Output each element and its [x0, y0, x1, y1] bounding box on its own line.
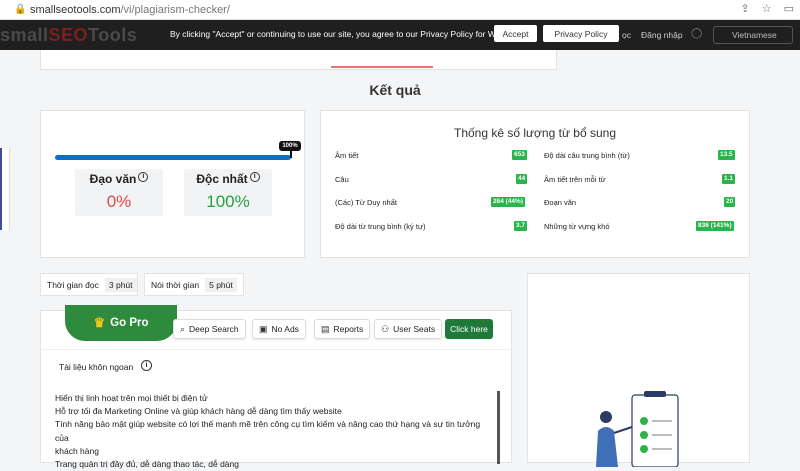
- unique-value: 100%: [206, 192, 250, 211]
- active-tab-indicator: [331, 66, 433, 68]
- info-icon[interactable]: i: [138, 172, 149, 182]
- progress-bar: [55, 155, 291, 160]
- results-heading: Kết quả: [369, 82, 421, 98]
- lock-icon: 🔒: [14, 4, 27, 15]
- window-icon[interactable]: ▭: [784, 2, 794, 15]
- reports-button[interactable]: ▤ Reports: [314, 319, 371, 339]
- reading-time-label: Thời gian đọc: [47, 279, 99, 290]
- document-line: Tính năng bảo mật giúp website có lợi th…: [55, 419, 481, 443]
- browser-url-bar[interactable]: 🔒 smallseotools.com/vi/plagiarism-checke…: [0, 0, 800, 20]
- stat-value: 3.7: [514, 221, 528, 231]
- star-icon[interactable]: ☆: [762, 2, 772, 15]
- scrollbar[interactable]: [497, 391, 500, 464]
- privacy-policy-button[interactable]: Privacy Policy: [543, 25, 619, 42]
- unique-label: Độc nhất: [196, 172, 248, 186]
- plagiarism-value: 0%: [106, 192, 132, 211]
- stat-label: Câu: [335, 175, 349, 184]
- stat-value: 264 (44%): [491, 197, 525, 207]
- deep-search-button[interactable]: ⌕ Deep Search: [173, 319, 246, 339]
- document-card: ♛ Go Pro ⌕ Deep Search ▣ No Ads ▤ Report…: [40, 305, 512, 469]
- stat-label: Độ dài từ trung bình (ký tự): [335, 222, 426, 231]
- users-icon: ⚇: [381, 323, 390, 334]
- stat-label: Đoạn văn: [544, 198, 577, 207]
- progress-percent: 100%: [279, 141, 301, 151]
- document-line: Hiển thị linh hoạt trên mọi thiết bị điệ…: [55, 393, 208, 403]
- document-line: Trang quản trị đầy đủ, dễ dàng thao tác,…: [55, 459, 239, 470]
- go-pro-button[interactable]: ♛ Go Pro: [65, 305, 177, 341]
- stats-title: Thống kê số lượng từ bổ sung: [453, 126, 617, 140]
- speaking-time: Nói thời gian 5 phút: [144, 273, 244, 296]
- document-line: Hỗ trợ tối đa Marketing Online và giúp k…: [55, 406, 342, 417]
- accept-button[interactable]: Accept: [494, 25, 537, 42]
- stat-label: Âm tiết: [335, 151, 359, 160]
- user-icon[interactable]: ◯: [691, 28, 702, 39]
- language-select[interactable]: Vietnamese: [713, 26, 793, 44]
- share-icon[interactable]: ⇪: [741, 2, 750, 15]
- word-stats-card: Thống kê số lượng từ bổ sung Âm tiết 653…: [320, 110, 750, 258]
- nav-item-partial[interactable]: ọc: [622, 30, 631, 40]
- reading-time-value: 3 phút: [104, 277, 137, 292]
- document-line: khách hàng: [55, 445, 99, 456]
- plagiarism-label: Đạo văn: [89, 172, 137, 186]
- login-link[interactable]: Đăng nhập: [641, 30, 683, 40]
- site-logo[interactable]: smallSEOTools: [0, 25, 137, 46]
- checklist-illustration: [596, 391, 679, 467]
- no-ads-button[interactable]: ▣ No Ads: [252, 319, 306, 339]
- cookie-message: By clicking "Accept" or continuing to us…: [170, 29, 519, 39]
- result-card: 100% Đạo văn i 0% Độc nhất i 100%: [40, 110, 305, 258]
- divider: [41, 349, 511, 350]
- plagiarism-box: Đạo văn i 0%: [75, 169, 163, 216]
- stat-label: Âm tiết trên mỗi từ: [544, 175, 606, 184]
- user-seats-button[interactable]: ⚇ User Seats: [374, 319, 443, 339]
- side-promo-card: [527, 273, 750, 467]
- stat-value: 44: [516, 174, 528, 184]
- speaking-time-label: Nói thời gian: [151, 279, 200, 290]
- document-text: Hiển thị linh hoạt trên mọi thiết bị điệ…: [55, 392, 495, 471]
- stat-label: Độ dài câu trung bình (từ): [544, 151, 630, 160]
- tool-tabs-strip: [40, 50, 557, 70]
- stat-value: 836 (141%): [696, 221, 734, 231]
- search-icon: ⌕: [180, 323, 186, 334]
- click-here-button[interactable]: Click here: [445, 319, 493, 339]
- stat-value: 653: [512, 150, 527, 160]
- stat-label: (Các) Từ Duy nhất: [335, 198, 397, 207]
- document-icon: ▤: [321, 323, 330, 334]
- stat-value: 13.5: [718, 150, 735, 160]
- crown-icon: ♛: [93, 315, 106, 330]
- left-side-panel: [0, 148, 10, 230]
- stat-label: Những từ vựng khó: [544, 222, 610, 231]
- reading-time: Thời gian đọc 3 phút: [40, 273, 138, 296]
- url-text[interactable]: smallseotools.com/vi/plagiarism-checker/: [30, 4, 230, 16]
- speaking-time-value: 5 phút: [205, 277, 237, 292]
- cookie-consent-bar: smallSEOTools By clicking "Accept" or co…: [0, 20, 800, 50]
- info-icon[interactable]: i: [141, 360, 152, 371]
- section-title: Tài liệu khôn ngoan: [59, 362, 134, 372]
- ad-icon: ▣: [259, 323, 268, 334]
- unique-box: Độc nhất i 100%: [184, 169, 272, 216]
- stat-value: 20: [724, 197, 736, 207]
- stat-value: 1.1: [722, 174, 736, 184]
- info-icon[interactable]: i: [249, 172, 260, 182]
